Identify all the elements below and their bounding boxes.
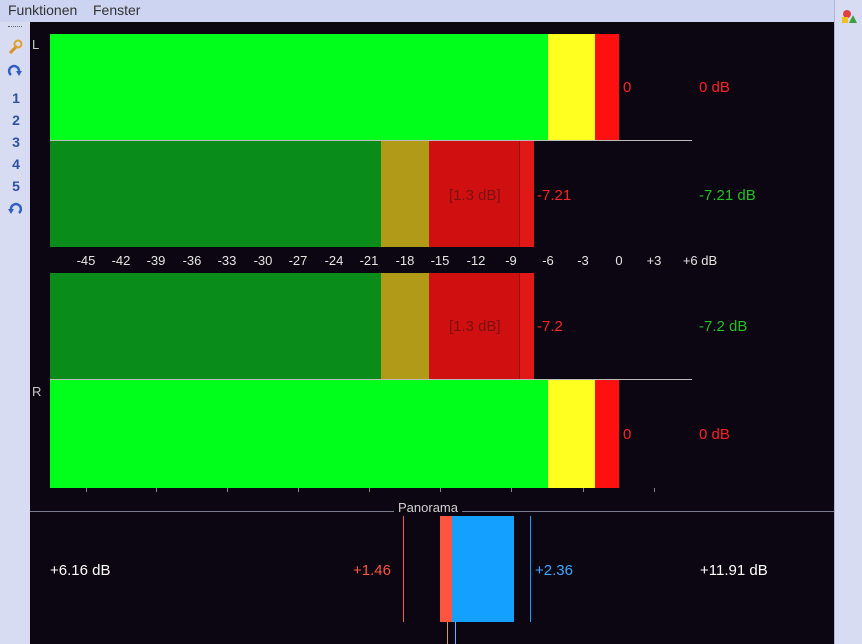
scale-tick-label: -27 xyxy=(288,253,308,268)
scale-tick-label: -3 xyxy=(577,253,589,268)
redo-icon[interactable] xyxy=(7,63,23,79)
toolbar-grip xyxy=(8,26,22,29)
left-peak-value: 0 xyxy=(623,79,632,96)
left-rms-db: -7.21 dB xyxy=(699,187,756,204)
panorama-blue-bar xyxy=(452,516,514,622)
scale-tick xyxy=(654,488,655,492)
preset-4-button[interactable]: 4 xyxy=(8,156,24,172)
left-rms-olive-segment xyxy=(381,141,429,247)
panorama-red-bar xyxy=(440,516,452,622)
panorama-blue-marker xyxy=(530,516,531,622)
scale-tick-label: -42 xyxy=(111,253,131,268)
scale-tick xyxy=(583,488,584,492)
right-rms-olive-segment xyxy=(381,273,429,379)
right-rms-value: -7.2 xyxy=(537,318,563,335)
scale-tick xyxy=(369,488,370,492)
scale-tick-label: -24 xyxy=(324,253,344,268)
left-peak-yellow-segment xyxy=(548,34,595,140)
right-rms-peak-hold xyxy=(519,273,534,379)
preset-1-button[interactable]: 1 xyxy=(8,90,24,106)
scale-tick-label: -39 xyxy=(146,253,166,268)
right-peak-value: 0 xyxy=(623,426,632,443)
scale-tick-label: -15 xyxy=(430,253,450,268)
right-channel-label: R xyxy=(32,384,42,399)
scale-tick-label: -33 xyxy=(217,253,237,268)
left-rms-diff: [1.3 dB] xyxy=(449,187,501,204)
toolbar: 1 2 3 4 5 xyxy=(0,22,30,644)
menu-fenster[interactable]: Fenster xyxy=(93,2,140,18)
preset-5-button[interactable]: 5 xyxy=(8,178,24,194)
scale-tick xyxy=(440,488,441,492)
panorama-right-value: +11.91 dB xyxy=(700,562,768,579)
scale-tick-label: -21 xyxy=(359,253,379,268)
panorama-blue-value: +2.36 xyxy=(535,562,573,579)
scale-tick-label: -18 xyxy=(395,253,415,268)
left-peak-red-segment xyxy=(595,34,619,140)
left-channel-label: L xyxy=(32,37,40,52)
panorama-red-marker xyxy=(403,516,404,622)
panorama-center-marker-blue xyxy=(455,622,456,644)
scale-tick-label: 0 xyxy=(615,253,623,268)
preset-2-button[interactable]: 2 xyxy=(8,112,24,128)
scale-tick xyxy=(86,488,87,492)
right-rms-green-segment xyxy=(50,273,381,379)
scale-tick-label: -45 xyxy=(76,253,96,268)
right-rms-db: -7.2 dB xyxy=(699,318,748,335)
scale-tick xyxy=(298,488,299,492)
scale-tick xyxy=(511,488,512,492)
panorama-left-value: +6.16 dB xyxy=(50,562,111,579)
left-peak-green-segment xyxy=(50,34,548,140)
left-rms-value: -7.21 xyxy=(537,187,572,204)
panorama-title: Panorama xyxy=(394,500,462,515)
scale-tick-label: +3 xyxy=(646,253,662,268)
panorama-red-value: +1.46 xyxy=(353,562,391,579)
scale-tick-label: -6 xyxy=(542,253,554,268)
scale-tick-label: -36 xyxy=(182,253,202,268)
right-peak-yellow-segment xyxy=(548,380,595,488)
undo-icon[interactable] xyxy=(7,201,23,217)
wrench-icon[interactable] xyxy=(7,39,23,55)
left-rms-green-segment xyxy=(50,141,381,247)
preset-3-button[interactable]: 3 xyxy=(8,134,24,150)
right-rms-diff: [1.3 dB] xyxy=(449,318,501,335)
menu-bar: Funktionen Fenster xyxy=(0,0,834,23)
right-strip xyxy=(834,0,862,644)
panorama-center-marker-red xyxy=(447,622,448,644)
left-peak-db: 0 dB xyxy=(699,79,730,96)
meter-area: L R 0 0 dB [1.3 dB] -7.21 -7.21 dB -45 -… xyxy=(30,22,834,644)
shapes-icon[interactable] xyxy=(841,8,857,24)
scale-tick-label: -30 xyxy=(253,253,273,268)
left-rms-peak-hold xyxy=(519,141,534,247)
scale-tick-label: +6 dB xyxy=(682,253,718,268)
right-peak-red-segment xyxy=(595,380,619,488)
scale-tick-label: -12 xyxy=(466,253,486,268)
scale-tick-label: -9 xyxy=(505,253,517,268)
scale-tick xyxy=(227,488,228,492)
menu-funktionen[interactable]: Funktionen xyxy=(8,2,77,18)
right-peak-db: 0 dB xyxy=(699,426,730,443)
scale-tick xyxy=(156,488,157,492)
right-peak-green-segment xyxy=(50,380,548,488)
